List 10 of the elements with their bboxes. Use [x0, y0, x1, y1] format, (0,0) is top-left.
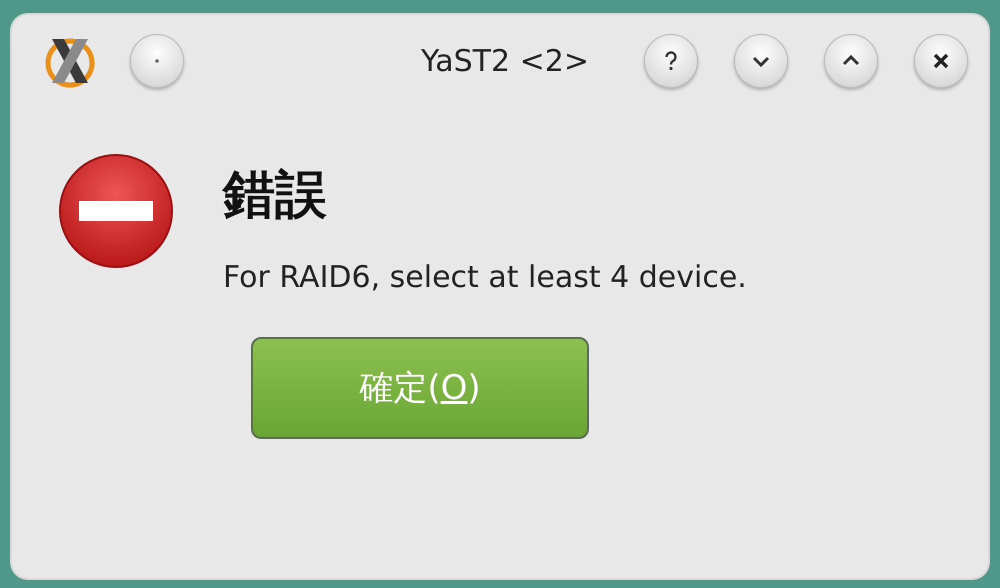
close-button[interactable] [914, 34, 968, 88]
help-button[interactable] [644, 34, 698, 88]
minimize-button[interactable] [734, 34, 788, 88]
error-message: For RAID6, select at least 4 device. [223, 260, 747, 296]
error-heading: 錯誤 [223, 164, 328, 226]
dot-icon [155, 59, 159, 63]
maximize-button[interactable] [824, 34, 878, 88]
ok-button[interactable]: 確定(O) [251, 337, 589, 440]
window-title: YaST2 <2> [421, 44, 589, 78]
error-icon [57, 152, 175, 270]
